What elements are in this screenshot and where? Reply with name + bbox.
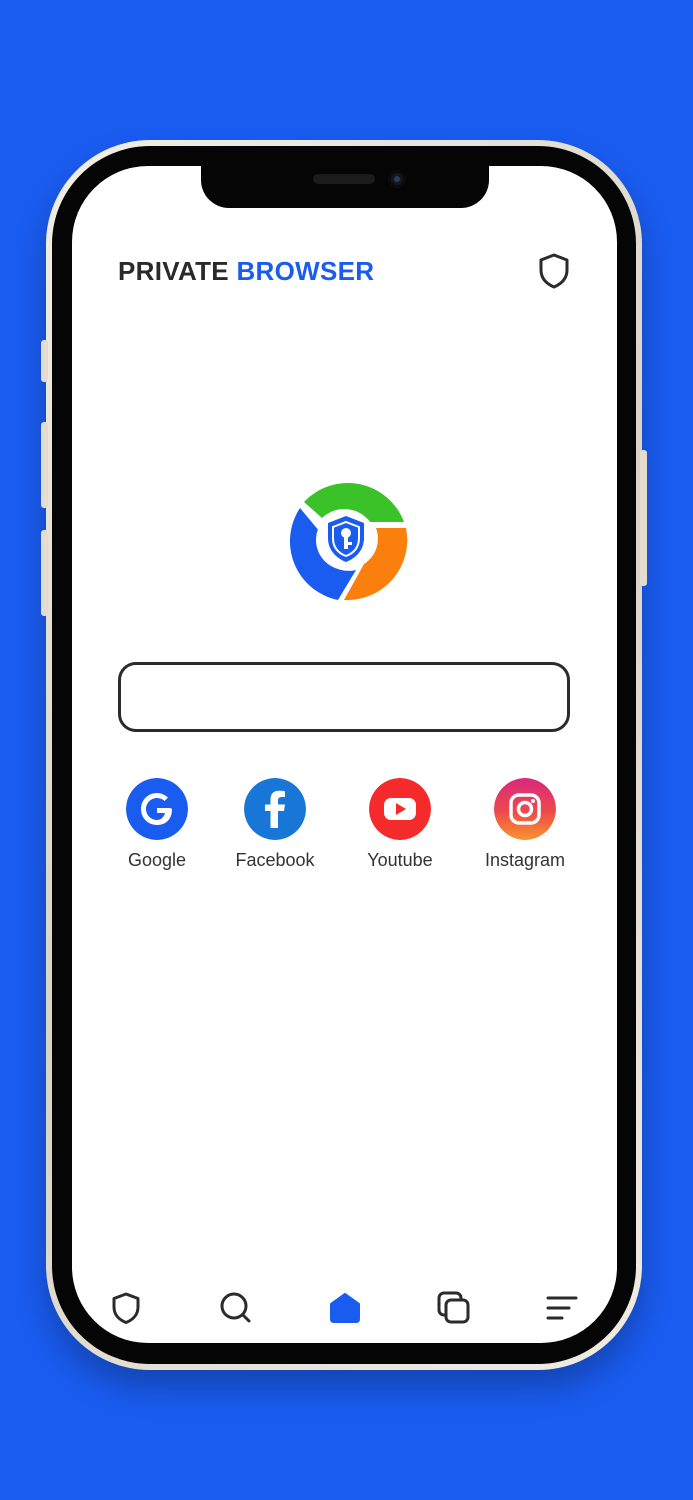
home-icon: [330, 1293, 360, 1323]
facebook-icon: [244, 778, 306, 840]
side-button-volume-up: [41, 422, 48, 508]
phone-screen: PRIVATE BROWSER Google Facebook Youtube …: [72, 166, 617, 1343]
shortcut-label: Youtube: [367, 850, 433, 870]
nav-tabs-button[interactable]: [434, 1288, 474, 1328]
search-input[interactable]: [118, 662, 570, 732]
nav-search-button[interactable]: [216, 1288, 256, 1328]
google-icon: [126, 778, 188, 840]
side-button-mute: [41, 340, 48, 382]
shortcut-facebook[interactable]: Facebook: [220, 778, 330, 871]
instagram-icon: [494, 778, 556, 840]
shortcut-label: Google: [127, 850, 187, 870]
notch: [201, 166, 489, 208]
side-button-power: [640, 450, 647, 586]
nav-menu-button[interactable]: [542, 1288, 582, 1328]
side-button-volume-down: [41, 530, 48, 616]
shield-icon: [112, 1292, 140, 1324]
menu-icon: [546, 1296, 578, 1320]
app-title-browser: BROWSER: [236, 256, 375, 286]
speaker-grille: [313, 174, 375, 184]
shortcut-youtube[interactable]: Youtube: [345, 778, 455, 871]
shortcut-label: Instagram: [484, 850, 566, 870]
shortcut-google[interactable]: Google: [102, 778, 212, 871]
app-header: PRIVATE BROWSER: [118, 252, 571, 292]
nav-home-button[interactable]: [325, 1288, 365, 1328]
nav-shield-button[interactable]: [106, 1288, 146, 1328]
quick-shortcuts: Google Facebook Youtube Instagram: [102, 778, 588, 878]
app-title-private: PRIVATE: [118, 256, 229, 286]
front-camera: [388, 170, 406, 188]
bottom-navigation: [72, 1284, 617, 1332]
tabs-icon: [437, 1291, 470, 1324]
shortcut-label: Facebook: [235, 850, 315, 870]
youtube-icon: [369, 778, 431, 840]
private-browser-logo: [289, 483, 408, 601]
shield-outline-icon[interactable]: [537, 252, 571, 290]
app-title: PRIVATE BROWSER: [118, 256, 374, 287]
shortcut-instagram[interactable]: Instagram: [470, 778, 580, 871]
search-icon: [220, 1292, 251, 1323]
